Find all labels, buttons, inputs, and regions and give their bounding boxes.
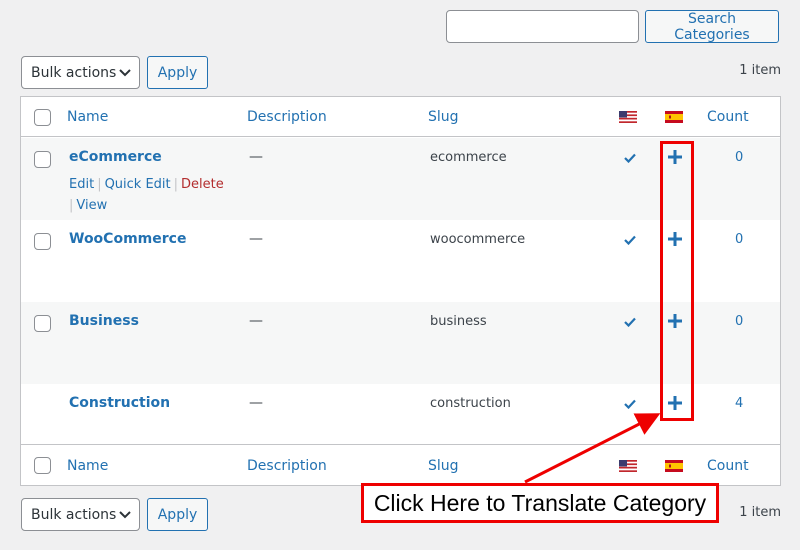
search-input[interactable] [446, 10, 639, 43]
category-name-link[interactable]: WooCommerce [69, 231, 186, 247]
column-count[interactable]: Count [707, 458, 749, 474]
category-count-link[interactable]: 4 [735, 396, 743, 411]
category-name-link[interactable]: eCommerce [69, 149, 162, 165]
column-name[interactable]: Name [67, 458, 108, 474]
checkmark-icon[interactable] [624, 399, 636, 409]
checkmark-icon[interactable] [624, 317, 636, 327]
search-categories-button[interactable]: Search Categories [645, 10, 779, 43]
row-checkbox[interactable] [34, 315, 51, 332]
table-row: WooCommerce — woocommerce 0 [21, 220, 780, 302]
add-translation-plus-icon[interactable] [667, 231, 683, 247]
quick-edit-link[interactable]: Quick Edit [105, 177, 171, 192]
table-footer: Name Description Slug Count [21, 444, 780, 485]
row-checkbox[interactable] [34, 151, 51, 168]
us-flag-icon [619, 460, 637, 472]
add-translation-plus-icon[interactable] [667, 395, 683, 411]
category-description: — [249, 395, 263, 411]
category-slug: woocommerce [430, 232, 526, 247]
category-description: — [249, 313, 263, 329]
add-translation-plus-icon[interactable] [667, 149, 683, 165]
category-description: — [249, 149, 263, 165]
row-actions: Edit | Quick Edit | Delete | View [69, 177, 224, 213]
chevron-down-icon [119, 511, 131, 519]
column-description[interactable]: Description [247, 109, 327, 125]
category-name-link[interactable]: Business [69, 313, 139, 329]
bulk-actions-label: Bulk actions [31, 506, 117, 523]
items-count: 1 item [739, 63, 781, 78]
column-slug[interactable]: Slug [428, 458, 459, 474]
table-header: Name Description Slug Count [21, 97, 780, 137]
table-row: eCommerce Edit | Quick Edit | Delete | View — … [21, 138, 780, 220]
translate-category-callout: Click Here to Translate Category [361, 483, 719, 523]
apply-button[interactable]: Apply [147, 56, 208, 89]
select-all-checkbox[interactable] [34, 109, 51, 126]
column-slug[interactable]: Slug [428, 109, 459, 125]
apply-button[interactable]: Apply [147, 498, 208, 531]
view-link[interactable]: View [76, 198, 107, 213]
us-flag-icon [619, 111, 637, 123]
table-row: Construction — construction 4 [21, 384, 780, 444]
category-name-link[interactable]: Construction [69, 395, 170, 411]
spain-flag-icon [665, 460, 683, 472]
spain-flag-icon [665, 111, 683, 123]
edit-link[interactable]: Edit [69, 177, 94, 192]
select-all-checkbox[interactable] [34, 457, 51, 474]
category-slug: ecommerce [430, 150, 507, 165]
bulk-actions-select[interactable]: Bulk actions [21, 498, 140, 531]
checkmark-icon[interactable] [624, 235, 636, 245]
category-slug: construction [430, 396, 511, 411]
category-count-link[interactable]: 0 [735, 150, 743, 165]
category-count-link[interactable]: 0 [735, 232, 743, 247]
column-description[interactable]: Description [247, 458, 327, 474]
add-translation-plus-icon[interactable] [667, 313, 683, 329]
category-description: — [249, 231, 263, 247]
callout-text: Click Here to Translate Category [373, 489, 707, 516]
category-slug: business [430, 314, 487, 329]
column-name[interactable]: Name [67, 109, 108, 125]
category-count-link[interactable]: 0 [735, 314, 743, 329]
bulk-actions-label: Bulk actions [31, 64, 117, 81]
column-count[interactable]: Count [707, 109, 749, 125]
bulk-actions-select[interactable]: Bulk actions [21, 56, 140, 89]
categories-table: Name Description Slug Count eCommerce Ed… [20, 96, 781, 486]
checkmark-icon[interactable] [624, 153, 636, 163]
delete-link[interactable]: Delete [181, 177, 224, 192]
row-checkbox[interactable] [34, 233, 51, 250]
table-row: Business — business 0 [21, 302, 780, 384]
items-count: 1 item [739, 505, 781, 520]
chevron-down-icon [119, 69, 131, 77]
